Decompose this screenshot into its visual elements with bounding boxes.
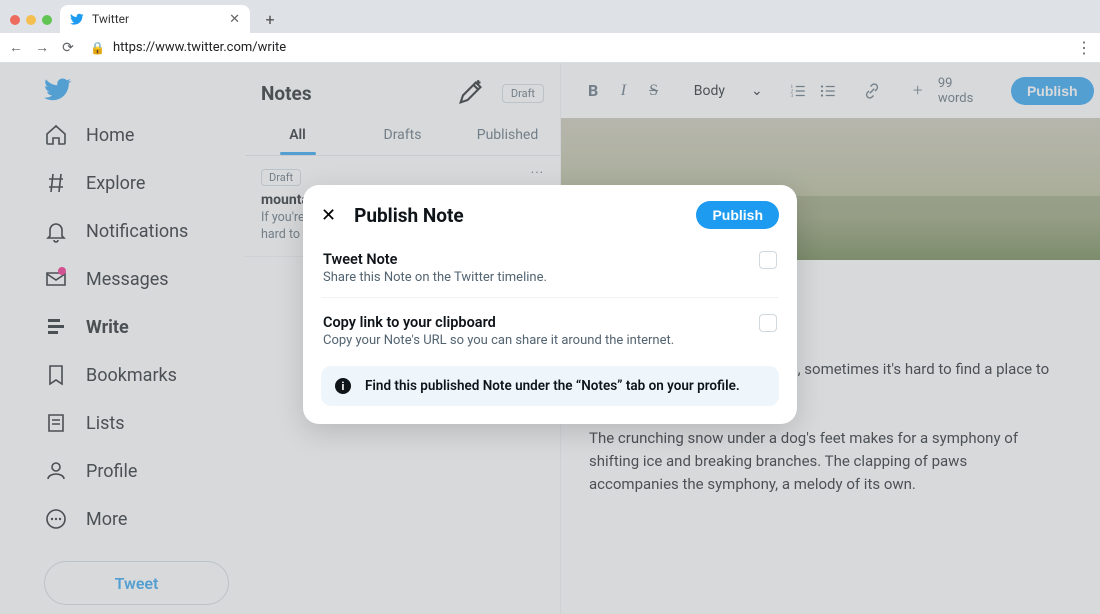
- info-banner: i Find this published Note under the “No…: [321, 366, 779, 406]
- option-title: Tweet Note: [323, 251, 547, 268]
- checkbox[interactable]: [759, 251, 777, 269]
- browser-tab[interactable]: Twitter ✕: [60, 5, 250, 33]
- option-desc: Copy your Note's URL so you can share it…: [323, 333, 674, 348]
- back-button[interactable]: ←: [8, 39, 24, 56]
- publish-label: Publish: [712, 207, 763, 223]
- tab-close-icon[interactable]: ✕: [229, 12, 240, 27]
- close-modal-button[interactable]: ✕: [321, 205, 336, 226]
- lock-icon: 🔒: [90, 41, 105, 55]
- twitter-favicon-icon: [70, 12, 84, 26]
- info-icon: i: [335, 378, 351, 394]
- publish-note-modal: ✕ Publish Note Publish Tweet Note Share …: [303, 185, 797, 424]
- option-tweet-note[interactable]: Tweet Note Share this Note on the Twitte…: [321, 243, 779, 297]
- url-text: https://www.twitter.com/write: [113, 40, 286, 55]
- info-text: Find this published Note under the “Note…: [365, 378, 740, 394]
- reload-button[interactable]: ⟳: [60, 40, 76, 56]
- option-title: Copy link to your clipboard: [323, 314, 674, 331]
- checkbox[interactable]: [759, 314, 777, 332]
- browser-menu-icon[interactable]: ⋮: [1076, 38, 1092, 57]
- minimize-window-icon[interactable]: [26, 15, 36, 25]
- tab-title: Twitter: [92, 12, 129, 26]
- option-desc: Share this Note on the Twitter timeline.: [323, 270, 547, 285]
- close-window-icon[interactable]: [10, 15, 20, 25]
- new-tab-button[interactable]: +: [258, 7, 282, 31]
- divider: [321, 297, 779, 298]
- modal-publish-button[interactable]: Publish: [696, 201, 779, 229]
- address-bar[interactable]: 🔒 https://www.twitter.com/write: [90, 40, 286, 55]
- modal-title: Publish Note: [354, 204, 464, 227]
- maximize-window-icon[interactable]: [42, 15, 52, 25]
- browser-tabstrip: Twitter ✕ +: [0, 0, 1100, 33]
- browser-toolbar: ← → ⟳ 🔒 https://www.twitter.com/write ⋮: [0, 33, 1100, 63]
- modal-overlay[interactable]: ✕ Publish Note Publish Tweet Note Share …: [0, 63, 1100, 614]
- forward-button[interactable]: →: [34, 39, 50, 56]
- option-copy-link[interactable]: Copy link to your clipboard Copy your No…: [321, 306, 779, 360]
- window-controls: [6, 15, 60, 33]
